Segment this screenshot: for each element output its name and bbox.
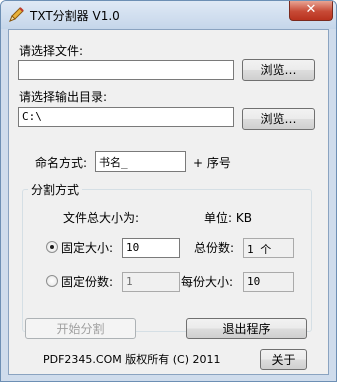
fixed-parts-radio[interactable] — [46, 275, 58, 287]
close-icon: ✕ — [305, 2, 317, 17]
fixed-size-input[interactable]: 10 — [122, 238, 180, 258]
fixed-parts-input[interactable]: 1 — [122, 272, 180, 292]
source-file-input[interactable] — [18, 60, 234, 80]
fixed-size-label[interactable]: 固定大小: — [61, 239, 113, 256]
exit-button[interactable]: 退出程序 — [186, 318, 307, 339]
client-area: 请选择文件: 浏览… 请选择输出目录: C:\ 浏览… 命名方式: 书名_ + … — [8, 29, 329, 375]
unit-label: 单位: KB — [204, 211, 252, 225]
copyright-text: PDF2345.COM 版权所有 (C) 2011 — [43, 353, 221, 366]
fixed-size-radio[interactable] — [46, 241, 58, 253]
output-dir-input[interactable]: C:\ — [18, 107, 234, 127]
part-size-label: 每份大小: — [181, 275, 234, 289]
start-split-button[interactable]: 开始分割 — [25, 318, 136, 339]
total-size-label: 文件总大小为: — [63, 211, 140, 225]
window-title: TXT分割器 V1.0 — [30, 9, 120, 23]
naming-suffix: + 序号 — [193, 156, 231, 170]
naming-label: 命名方式: — [35, 156, 88, 170]
pencil-icon — [7, 6, 25, 24]
app-window: TXT分割器 V1.0 ✕ 请选择文件: 浏览… 请选择输出目录: C:\ 浏览… — [0, 0, 337, 382]
split-mode-title: 分割方式 — [28, 181, 83, 198]
naming-input[interactable]: 书名_ — [95, 151, 186, 172]
total-parts-value: 1 个 — [243, 238, 294, 258]
total-parts-label: 总份数: — [194, 241, 235, 255]
source-file-label: 请选择文件: — [19, 44, 84, 58]
output-dir-label: 请选择输出目录: — [19, 90, 108, 104]
fixed-parts-label[interactable]: 固定份数: — [61, 273, 113, 290]
browse-dir-button[interactable]: 浏览… — [242, 108, 315, 130]
about-button[interactable]: 关于 — [260, 349, 307, 370]
close-button[interactable]: ✕ — [289, 1, 333, 21]
part-size-value: 10 — [243, 272, 294, 292]
title-bar[interactable]: TXT分割器 V1.0 ✕ — [1, 1, 336, 29]
browse-file-button[interactable]: 浏览… — [242, 59, 315, 81]
